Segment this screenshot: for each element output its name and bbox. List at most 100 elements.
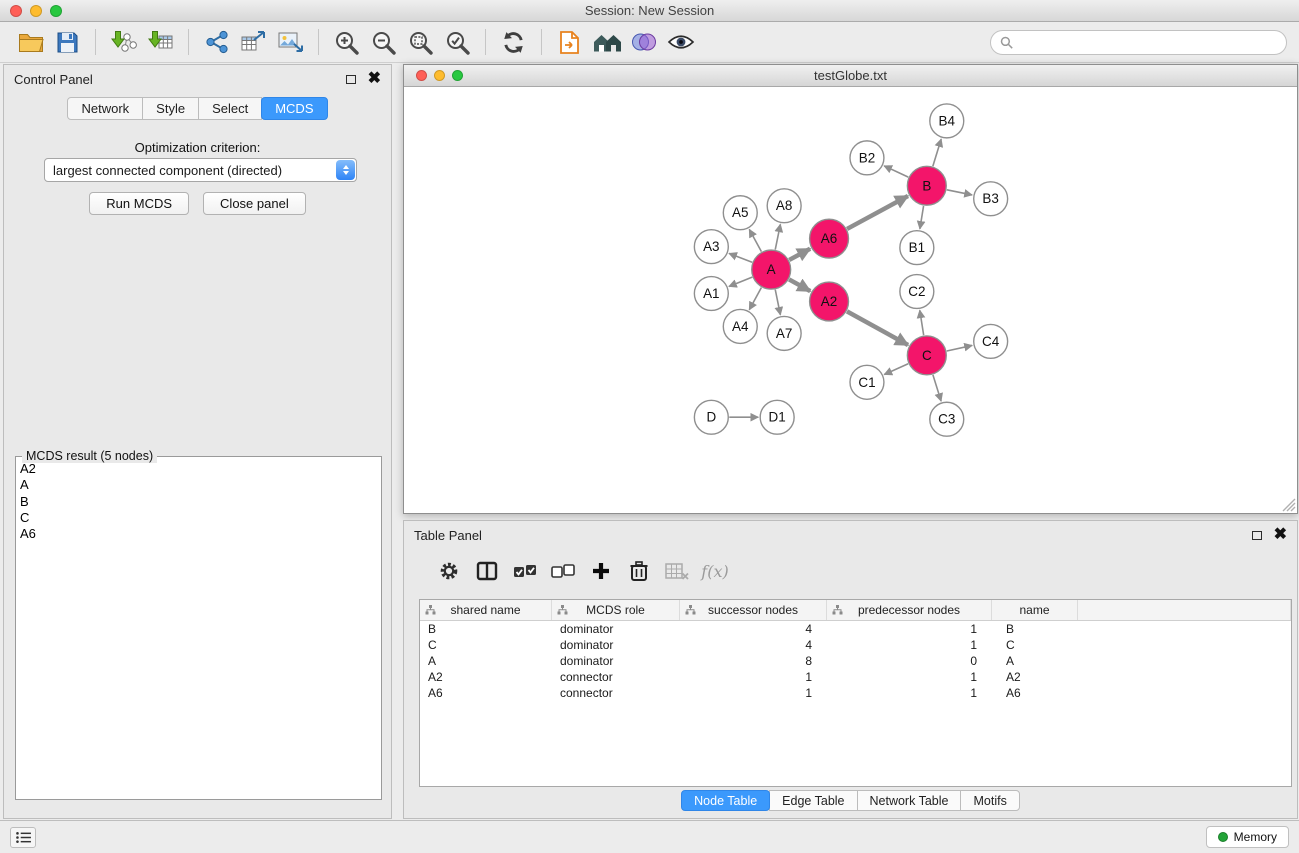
column-header-successor-nodes[interactable]: successor nodes xyxy=(680,600,827,620)
graph-node-A[interactable]: A xyxy=(752,250,791,289)
mcds-result-item[interactable]: A xyxy=(20,477,379,493)
graph-node-C[interactable]: C xyxy=(907,336,946,375)
export-image-button[interactable] xyxy=(272,26,309,59)
graph-node-C1[interactable]: C1 xyxy=(850,365,884,399)
column-header-mcds-role[interactable]: MCDS role xyxy=(552,600,680,620)
graph-node-A2[interactable]: A2 xyxy=(810,282,849,321)
graph-node-D[interactable]: D xyxy=(694,400,728,434)
graph-node-A7[interactable]: A7 xyxy=(767,316,801,350)
zoom-fit-button[interactable] xyxy=(402,26,439,59)
close-panel-button[interactable]: Close panel xyxy=(203,192,306,215)
tab-mcds[interactable]: MCDS xyxy=(261,97,327,120)
table-row[interactable]: A6connector11A6 xyxy=(420,685,1291,701)
graph-edge-C-C2[interactable] xyxy=(920,310,924,335)
graph-edge-B-B4[interactable] xyxy=(933,139,941,166)
zoom-in-button[interactable] xyxy=(328,26,365,59)
table-row[interactable]: A2connector11A2 xyxy=(420,669,1291,685)
graph-edge-A2-C[interactable] xyxy=(847,311,908,345)
home-button[interactable] xyxy=(588,26,625,59)
duplicate-document-button[interactable] xyxy=(551,26,588,59)
show-hide-button[interactable] xyxy=(662,26,699,59)
graph-edge-B-B2[interactable] xyxy=(884,166,908,177)
optimization-dropdown[interactable]: largest connected component (directed) xyxy=(44,158,357,182)
search-input[interactable] xyxy=(1019,35,1277,49)
task-history-button[interactable] xyxy=(10,827,36,848)
graph-node-B1[interactable]: B1 xyxy=(900,231,934,265)
memory-button[interactable]: Memory xyxy=(1206,826,1289,848)
graph-node-B2[interactable]: B2 xyxy=(850,141,884,175)
graph-edge-A-A2[interactable] xyxy=(789,279,810,291)
graph-node-A8[interactable]: A8 xyxy=(767,189,801,223)
mcds-result-item[interactable]: B xyxy=(20,494,379,510)
graph-edge-A-A8[interactable] xyxy=(775,224,780,249)
search-box[interactable] xyxy=(990,30,1287,55)
export-network-button[interactable] xyxy=(198,26,235,59)
graph-node-C2[interactable]: C2 xyxy=(900,275,934,309)
tab-style[interactable]: Style xyxy=(142,97,199,120)
graph-node-A6[interactable]: A6 xyxy=(810,219,849,258)
graph-node-B4[interactable]: B4 xyxy=(930,104,964,138)
refresh-view-button[interactable] xyxy=(495,26,532,59)
close-panel-icon[interactable]: ✖ xyxy=(1274,529,1287,541)
import-network-button[interactable] xyxy=(105,26,142,59)
delete-table-button[interactable] xyxy=(665,558,689,584)
graph-node-C3[interactable]: C3 xyxy=(930,402,964,436)
mcds-result-item[interactable]: A6 xyxy=(20,526,379,542)
venn-diagram-button[interactable] xyxy=(625,26,662,59)
add-column-button[interactable] xyxy=(589,558,613,584)
delete-column-button[interactable] xyxy=(627,558,651,584)
graph-edge-B-B3[interactable] xyxy=(947,190,972,195)
float-panel-icon[interactable] xyxy=(346,75,356,84)
graph-node-A4[interactable]: A4 xyxy=(723,309,757,343)
graph-node-B3[interactable]: B3 xyxy=(974,182,1008,216)
save-session-button[interactable] xyxy=(49,26,86,59)
function-builder-button[interactable]: f(x) xyxy=(703,558,727,584)
network-window-titlebar[interactable]: testGlobe.txt xyxy=(404,65,1297,87)
graph-edge-B-B1[interactable] xyxy=(920,206,924,229)
graph-node-B[interactable]: B xyxy=(907,166,946,205)
graph-edge-A-A1[interactable] xyxy=(729,277,752,286)
mcds-result-list[interactable]: A2ABCA6 xyxy=(20,461,379,797)
resize-grip-icon[interactable] xyxy=(1282,498,1296,512)
close-panel-icon[interactable]: ✖ xyxy=(368,73,381,85)
select-all-button[interactable] xyxy=(513,558,537,584)
graph-edge-C-C4[interactable] xyxy=(947,345,972,351)
zoom-out-button[interactable] xyxy=(365,26,402,59)
tab-network[interactable]: Network xyxy=(67,97,143,120)
tab-motifs[interactable]: Motifs xyxy=(960,790,1019,811)
float-panel-icon[interactable] xyxy=(1252,531,1262,540)
tab-network-table[interactable]: Network Table xyxy=(857,790,962,811)
mcds-result-item[interactable]: C xyxy=(20,510,379,526)
graph-edge-A6-B[interactable] xyxy=(847,196,908,229)
export-table-button[interactable] xyxy=(235,26,272,59)
graph-edge-C-C3[interactable] xyxy=(933,375,941,401)
deselect-all-button[interactable] xyxy=(551,558,575,584)
column-header-name[interactable]: name xyxy=(992,600,1078,620)
graph-edge-A-A4[interactable] xyxy=(749,288,761,310)
graph-node-D1[interactable]: D1 xyxy=(760,400,794,434)
graph-node-A5[interactable]: A5 xyxy=(723,196,757,230)
mcds-result-item[interactable]: A2 xyxy=(20,461,379,477)
graph-edge-C-C1[interactable] xyxy=(884,364,908,375)
tab-edge-table[interactable]: Edge Table xyxy=(769,790,857,811)
table-row[interactable]: Bdominator41B xyxy=(420,621,1291,637)
show-columns-button[interactable] xyxy=(475,558,499,584)
open-session-button[interactable] xyxy=(12,26,49,59)
table-row[interactable]: Cdominator41C xyxy=(420,637,1291,653)
graph-edge-A-A3[interactable] xyxy=(729,253,752,262)
network-canvas[interactable]: B4 B2 B B3 B1 A5 A8 A6 A3 A A1 A2 A4 A7 C2 C4 C C1 C3 D D1 xyxy=(404,87,1297,513)
graph-node-A1[interactable]: A1 xyxy=(694,277,728,311)
column-header-shared-name[interactable]: shared name xyxy=(420,600,552,620)
graph-edge-A-A7[interactable] xyxy=(775,290,780,315)
graph-node-C4[interactable]: C4 xyxy=(974,324,1008,358)
zoom-selected-button[interactable] xyxy=(439,26,476,59)
graph-edge-A-A6[interactable] xyxy=(789,249,810,260)
import-table-button[interactable] xyxy=(142,26,179,59)
table-settings-button[interactable] xyxy=(437,558,461,584)
tab-node-table[interactable]: Node Table xyxy=(681,790,770,811)
graph-edge-A-A5[interactable] xyxy=(749,229,761,251)
table-row[interactable]: Adominator80A xyxy=(420,653,1291,669)
tab-select[interactable]: Select xyxy=(198,97,262,120)
column-header-predecessor-nodes[interactable]: predecessor nodes xyxy=(827,600,992,620)
graph-node-A3[interactable]: A3 xyxy=(694,230,728,264)
